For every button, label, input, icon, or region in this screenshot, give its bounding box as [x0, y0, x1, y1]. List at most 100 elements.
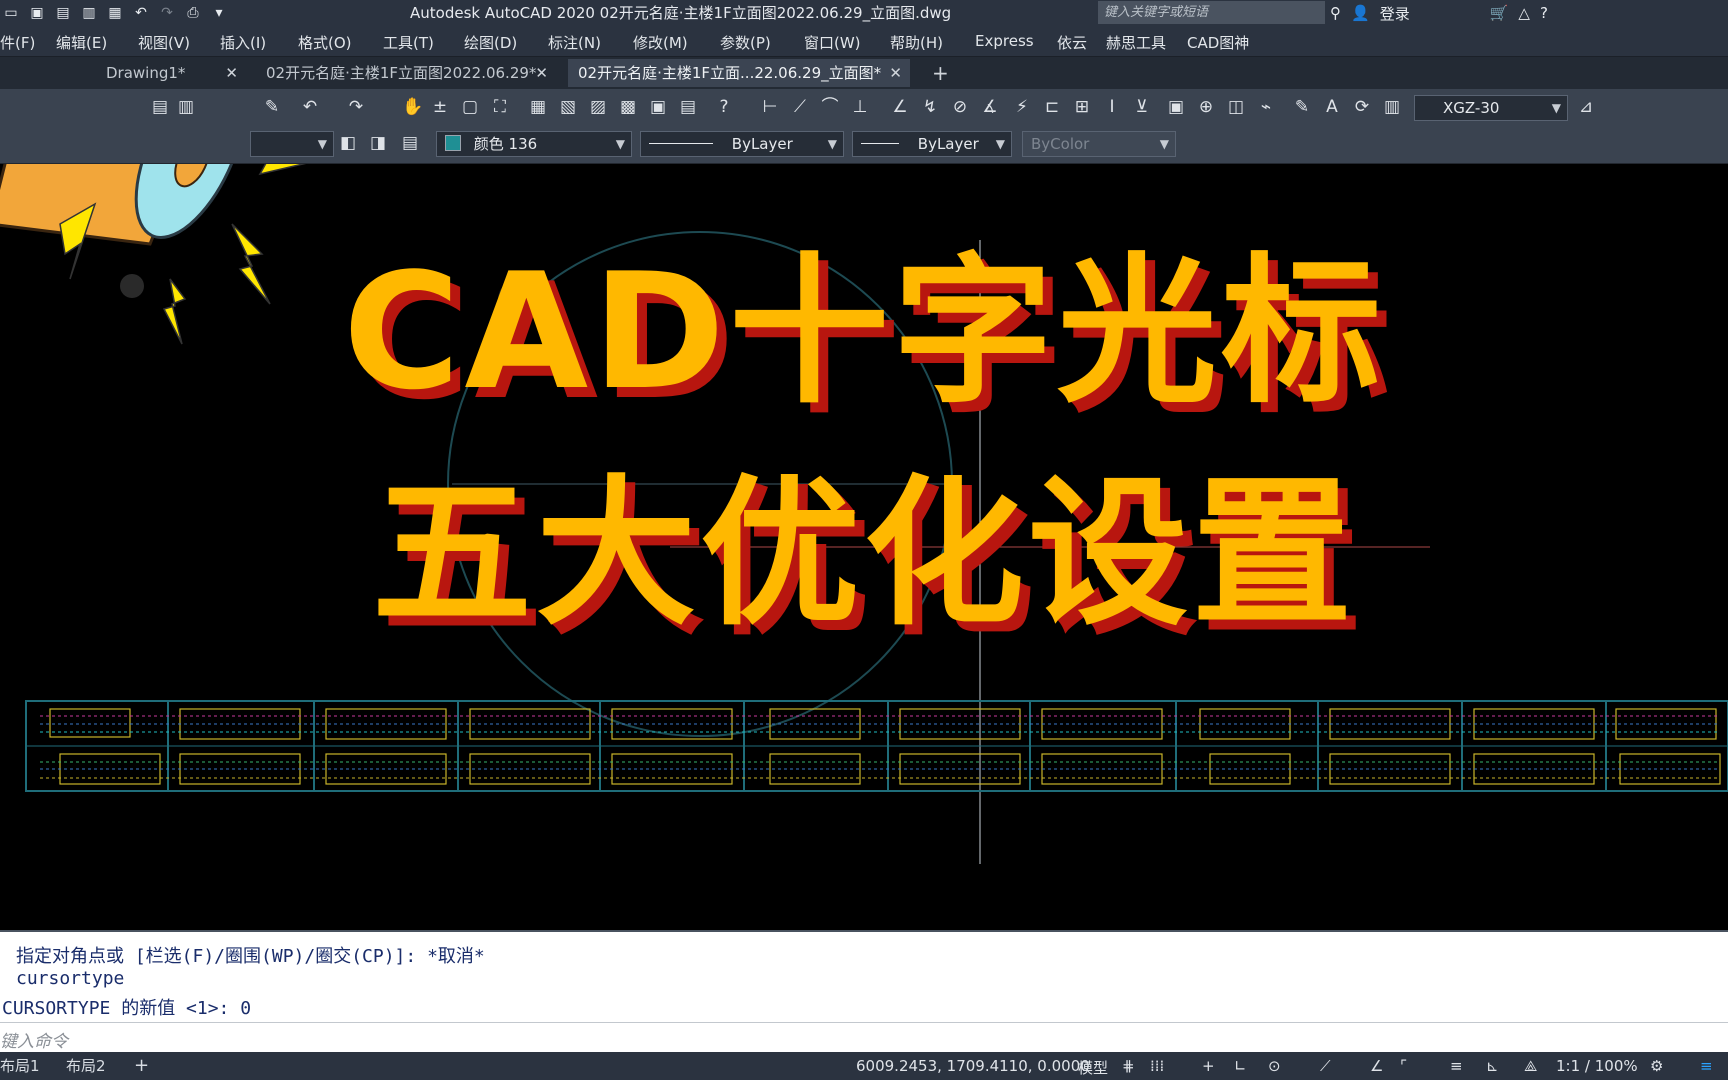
- ortho-icon[interactable]: ∟: [1234, 1057, 1247, 1075]
- dim-aligned-icon[interactable]: ⟋: [790, 97, 810, 117]
- close-icon[interactable]: ✕: [225, 59, 238, 87]
- dim-break-icon[interactable]: ⊻: [1132, 97, 1152, 117]
- make-layer-current-icon[interactable]: ◧: [338, 133, 358, 153]
- open-icon[interactable]: ▭: [2, 5, 20, 21]
- text-style-dropdown[interactable]: XGZ-30 ▼: [1414, 95, 1568, 121]
- isodraft-icon[interactable]: ⟋: [1320, 1057, 1331, 1075]
- help-icon[interactable]: ?: [714, 97, 734, 117]
- menu-hesi-tools[interactable]: 赫思工具: [1106, 32, 1166, 53]
- brush-icon[interactable]: ✎: [262, 97, 282, 117]
- autodesk-app-icon[interactable]: △: [1518, 4, 1530, 22]
- command-input[interactable]: 键入命令: [0, 1022, 1728, 1053]
- gear-icon[interactable]: ⚙: [1650, 1057, 1663, 1075]
- menu-dimension[interactable]: 标注(N): [548, 32, 601, 53]
- export-icon[interactable]: ▦: [106, 5, 124, 21]
- sheet-set-icon[interactable]: ▩: [618, 97, 638, 117]
- tab-drawing1[interactable]: Drawing1* ✕: [96, 59, 246, 87]
- login-button[interactable]: 登录: [1380, 3, 1410, 24]
- help-icon[interactable]: ?: [1540, 4, 1548, 22]
- snap-icon[interactable]: ⁞⁞⁞: [1150, 1057, 1164, 1075]
- dim-arc-icon[interactable]: ⌒: [820, 97, 840, 117]
- save-as-icon[interactable]: ▤: [54, 5, 72, 21]
- save-icon[interactable]: ▣: [28, 5, 46, 21]
- tab-drawing2[interactable]: 02开元名庭·主楼1F立面图2022.06.29* ✕: [256, 59, 556, 87]
- markup-icon[interactable]: ▣: [648, 97, 668, 117]
- publish-icon[interactable]: ▥: [80, 5, 98, 21]
- tab-layout2[interactable]: 布局2: [66, 1055, 106, 1077]
- layer-previous-icon[interactable]: ◨: [368, 133, 388, 153]
- dim-space-icon[interactable]: I: [1102, 97, 1122, 117]
- dim-text-edit-icon[interactable]: A: [1322, 97, 1342, 117]
- model-space-button[interactable]: 模型: [1078, 1057, 1108, 1078]
- binoculars-icon[interactable]: ⚲: [1330, 4, 1341, 22]
- dim-linear-icon[interactable]: ⊢: [760, 97, 780, 117]
- menu-modify[interactable]: 修改(M): [633, 32, 688, 53]
- customization-icon[interactable]: ≡: [1700, 1057, 1713, 1075]
- grid-icon[interactable]: ⋕: [1122, 1057, 1135, 1075]
- infer-constraints-icon[interactable]: +: [1202, 1057, 1215, 1075]
- menu-yiyun[interactable]: 依云: [1057, 32, 1087, 53]
- copy-icon[interactable]: ▥: [176, 97, 196, 117]
- tab-layout1[interactable]: 布局1: [0, 1055, 40, 1077]
- zoom-window-icon[interactable]: ▢: [460, 97, 480, 117]
- new-tab-plus-icon[interactable]: +: [922, 59, 954, 87]
- design-center-icon[interactable]: ▧: [558, 97, 578, 117]
- match-prop-icon[interactable]: ▤: [150, 97, 170, 117]
- lineweight-icon[interactable]: ≡: [1450, 1057, 1463, 1075]
- dim-style-manager-icon[interactable]: ⊿: [1576, 97, 1596, 117]
- user-icon[interactable]: 👤: [1351, 4, 1370, 22]
- redo-icon[interactable]: ↷: [158, 5, 176, 21]
- dim-radius-icon[interactable]: ∠: [890, 97, 910, 117]
- close-icon[interactable]: ✕: [889, 59, 902, 87]
- osnap-icon[interactable]: ⌜: [1400, 1057, 1407, 1075]
- zoom-extents-icon[interactable]: ⛶: [490, 97, 510, 117]
- linetype-dropdown[interactable]: ByLayer ▼: [640, 131, 844, 157]
- dim-baseline-icon[interactable]: ⊏: [1042, 97, 1062, 117]
- jogged-linear-icon[interactable]: ⌁: [1256, 97, 1276, 117]
- undo-icon[interactable]: ↶: [300, 97, 320, 117]
- properties-icon[interactable]: ▦: [528, 97, 548, 117]
- dim-continue-icon[interactable]: ⊞: [1072, 97, 1092, 117]
- menu-parametric[interactable]: 参数(P): [720, 32, 771, 53]
- menu-file[interactable]: 件(F): [0, 32, 35, 53]
- dim-style-icon[interactable]: ▥: [1382, 97, 1402, 117]
- dim-angular-icon[interactable]: ∡: [980, 97, 1000, 117]
- transparency-icon[interactable]: ⊾: [1486, 1057, 1499, 1075]
- add-layout-plus-icon[interactable]: +: [134, 1055, 149, 1077]
- color-dropdown[interactable]: 颜色 136 ▼: [436, 131, 632, 157]
- dim-ordinate-icon[interactable]: ⊥: [850, 97, 870, 117]
- center-mark-icon[interactable]: ⊕: [1196, 97, 1216, 117]
- dim-diameter-icon[interactable]: ⊘: [950, 97, 970, 117]
- cart-icon[interactable]: 🛒: [1490, 4, 1509, 22]
- layer-dropdown[interactable]: ▼: [250, 131, 334, 157]
- menu-help[interactable]: 帮助(H): [890, 32, 943, 53]
- menu-tools[interactable]: 工具(T): [383, 32, 434, 53]
- plot-icon[interactable]: ⎙: [184, 5, 202, 21]
- coordinates-readout[interactable]: 6009.2453, 1709.4110, 0.0000: [856, 1057, 1090, 1075]
- menu-insert[interactable]: 插入(I): [220, 32, 266, 53]
- menu-view[interactable]: 视图(V): [138, 32, 190, 53]
- undo-icon[interactable]: ↶: [132, 5, 150, 21]
- dim-edit-icon[interactable]: ✎: [1292, 97, 1312, 117]
- tolerance-icon[interactable]: ▣: [1166, 97, 1186, 117]
- annotation-visibility-icon[interactable]: ⟁: [1524, 1057, 1537, 1075]
- menu-express[interactable]: Express: [975, 32, 1034, 50]
- menu-window[interactable]: 窗口(W): [804, 32, 861, 53]
- zoom-realtime-icon[interactable]: ±: [430, 97, 450, 117]
- annotation-scale[interactable]: 1:1 / 100%: [1556, 1057, 1638, 1075]
- tab-drawing3-active[interactable]: 02开元名庭·主楼1F立面...22.06.29_立面图* ✕: [568, 59, 910, 87]
- dim-jogged-icon[interactable]: ↯: [920, 97, 940, 117]
- menu-format[interactable]: 格式(O): [298, 32, 352, 53]
- drawing-canvas[interactable]: CAD十字光标 五大优化设置: [0, 164, 1728, 930]
- lineweight-dropdown[interactable]: ByLayer ▼: [852, 131, 1012, 157]
- search-input[interactable]: 键入关键字或短语: [1098, 1, 1325, 24]
- object-snap-tracking-icon[interactable]: ∠: [1370, 1057, 1383, 1075]
- menu-edit[interactable]: 编辑(E): [56, 32, 107, 53]
- pan-icon[interactable]: ✋: [402, 97, 423, 117]
- tool-palette-icon[interactable]: ▨: [588, 97, 608, 117]
- layer-states-icon[interactable]: ▤: [400, 133, 420, 153]
- menu-cad-tushen[interactable]: CAD图神: [1187, 32, 1249, 53]
- inspect-icon[interactable]: ◫: [1226, 97, 1246, 117]
- redo-icon[interactable]: ↷: [346, 97, 366, 117]
- quick-dim-icon[interactable]: ⚡: [1012, 97, 1032, 117]
